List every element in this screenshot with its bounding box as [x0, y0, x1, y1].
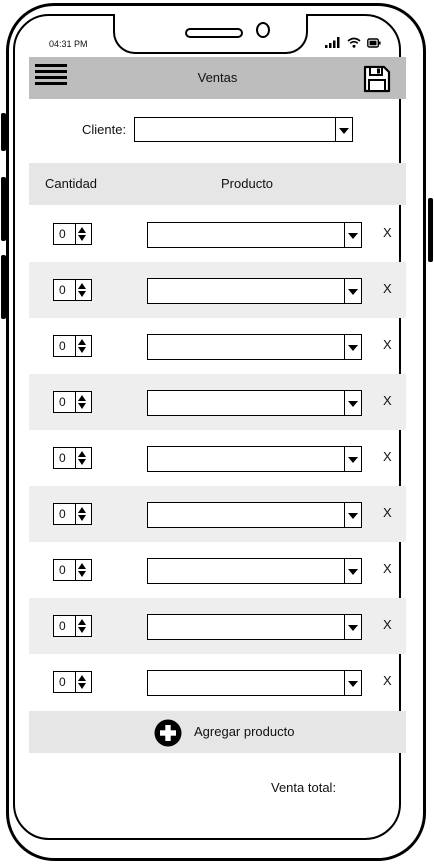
chevron-down-icon[interactable] — [344, 503, 361, 527]
chevron-down-icon[interactable] — [344, 279, 361, 303]
quantity-stepper[interactable]: 0 — [53, 671, 92, 693]
stepper-arrows-icon[interactable] — [75, 504, 91, 524]
total-label: Venta total: — [271, 780, 337, 795]
status-icons — [325, 37, 381, 48]
chevron-down-icon[interactable] — [344, 559, 361, 583]
quantity-value: 0 — [59, 283, 66, 297]
table-row: 0 X — [29, 206, 406, 262]
stepper-arrows-icon[interactable] — [75, 224, 91, 244]
quantity-value: 0 — [59, 451, 66, 465]
chevron-down-icon[interactable] — [344, 335, 361, 359]
table-row: 0 X — [29, 598, 406, 654]
quantity-value: 0 — [59, 675, 66, 689]
quantity-stepper[interactable]: 0 — [53, 223, 92, 245]
product-select[interactable] — [147, 222, 362, 248]
quantity-value: 0 — [59, 395, 66, 409]
quantity-stepper[interactable]: 0 — [53, 447, 92, 469]
product-select[interactable] — [147, 670, 362, 696]
remove-row-button[interactable]: X — [383, 393, 392, 408]
add-product-button[interactable]: Agregar producto — [29, 711, 406, 753]
signal-icon — [325, 37, 340, 48]
product-select[interactable] — [147, 558, 362, 584]
chevron-down-icon[interactable] — [344, 391, 361, 415]
phone-side-button — [1, 113, 6, 151]
remove-row-button[interactable]: X — [383, 561, 392, 576]
quantity-stepper[interactable]: 0 — [53, 279, 92, 301]
stepper-arrows-icon[interactable] — [75, 336, 91, 356]
table-row: 0 X — [29, 318, 406, 374]
phone-side-button — [1, 255, 6, 319]
table-row: 0 X — [29, 486, 406, 542]
remove-row-button[interactable]: X — [383, 281, 392, 296]
remove-row-button[interactable]: X — [383, 617, 392, 632]
quantity-stepper[interactable]: 0 — [53, 391, 92, 413]
stepper-arrows-icon[interactable] — [75, 392, 91, 412]
quantity-stepper[interactable]: 0 — [53, 559, 92, 581]
product-select[interactable] — [147, 334, 362, 360]
chevron-down-icon[interactable] — [335, 118, 352, 141]
quantity-stepper[interactable]: 0 — [53, 503, 92, 525]
table-row: 0 X — [29, 430, 406, 486]
product-select[interactable] — [147, 446, 362, 472]
product-select[interactable] — [147, 502, 362, 528]
remove-row-button[interactable]: X — [383, 449, 392, 464]
table-row: 0 X — [29, 654, 406, 710]
chevron-down-icon[interactable] — [344, 447, 361, 471]
quantity-value: 0 — [59, 507, 66, 521]
remove-row-button[interactable]: X — [383, 673, 392, 688]
table-row: 0 X — [29, 542, 406, 598]
stepper-arrows-icon[interactable] — [75, 560, 91, 580]
quantity-value: 0 — [59, 619, 66, 633]
product-select[interactable] — [147, 390, 362, 416]
remove-row-button[interactable]: X — [383, 225, 392, 240]
quantity-value: 0 — [59, 227, 66, 241]
product-select[interactable] — [147, 278, 362, 304]
column-header-product: Producto — [221, 176, 274, 191]
table-row: 0 X — [29, 374, 406, 430]
stepper-arrows-icon[interactable] — [75, 280, 91, 300]
phone-side-button — [428, 198, 433, 262]
battery-icon — [367, 38, 381, 48]
phone-side-button — [1, 177, 6, 241]
add-product-label: Agregar producto — [194, 724, 295, 739]
quantity-value: 0 — [59, 339, 66, 353]
cliente-label: Cliente: — [82, 122, 127, 137]
quantity-value: 0 — [59, 563, 66, 577]
stepper-arrows-icon[interactable] — [75, 448, 91, 468]
chevron-down-icon[interactable] — [344, 223, 361, 247]
page-title: Ventas — [197, 70, 238, 85]
camera-icon — [256, 22, 270, 38]
remove-row-button[interactable]: X — [383, 337, 392, 352]
quantity-stepper[interactable]: 0 — [53, 335, 92, 357]
floppy-disk-icon[interactable] — [363, 65, 391, 93]
remove-row-button[interactable]: X — [383, 505, 392, 520]
table-header: Cantidad Producto — [29, 163, 406, 205]
column-header-quantity: Cantidad — [45, 176, 98, 191]
stepper-arrows-icon[interactable] — [75, 672, 91, 692]
status-time: 04:31 PM — [49, 39, 88, 49]
cliente-select[interactable] — [134, 117, 353, 142]
chevron-down-icon[interactable] — [344, 615, 361, 639]
stepper-arrows-icon[interactable] — [75, 616, 91, 636]
product-select[interactable] — [147, 614, 362, 640]
speaker-icon — [185, 28, 243, 38]
table-row: 0 X — [29, 262, 406, 318]
app-header: Ventas — [29, 57, 406, 99]
chevron-down-icon[interactable] — [344, 671, 361, 695]
plus-circle-icon[interactable] — [154, 719, 182, 747]
wifi-icon — [347, 37, 361, 48]
quantity-stepper[interactable]: 0 — [53, 615, 92, 637]
